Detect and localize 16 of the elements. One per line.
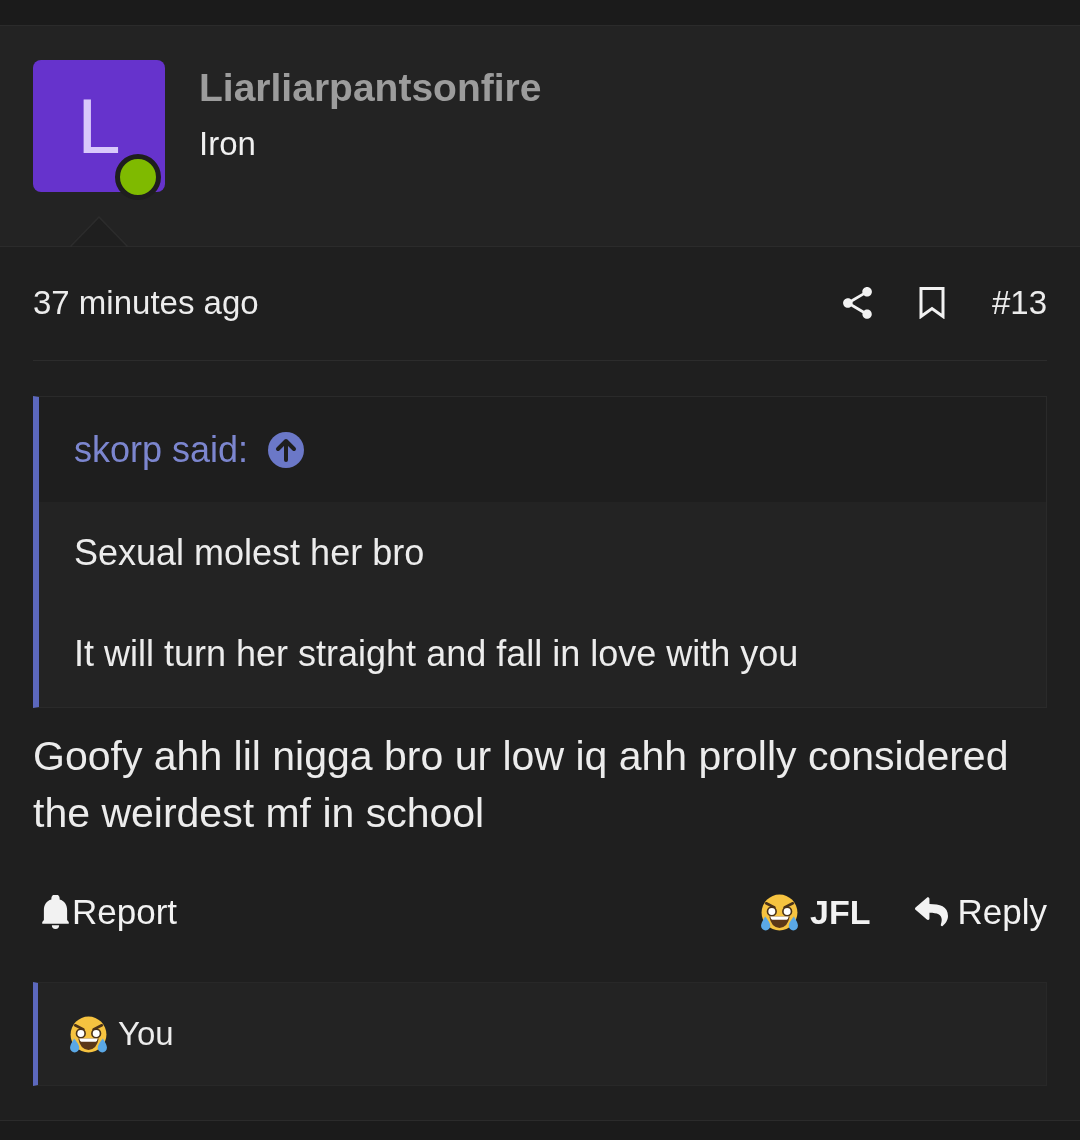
user-rank: Iron <box>199 124 257 164</box>
reaction-button[interactable]: JFL <box>759 891 871 933</box>
quote-text: It will turn her straight and fall in love with you <box>74 632 800 676</box>
share-icon[interactable] <box>842 287 872 319</box>
post-number-link[interactable]: #13 <box>991 284 1047 322</box>
reaction-users-link[interactable]: You <box>118 1015 174 1053</box>
message-text: Goofy ahh lil nigga bro ur low iq ahh prolly considered the weirdest mf in school <box>33 732 1010 838</box>
post-time-link[interactable]: 37 minutes ago <box>33 284 259 322</box>
quote-text: Sexual molest her bro <box>74 531 426 575</box>
bookmark-icon[interactable] <box>918 287 945 319</box>
quote-author: skorp said: <box>74 428 249 471</box>
report-button[interactable]: Report <box>42 892 178 932</box>
reply-button[interactable]: Reply <box>914 892 1047 932</box>
reply-arrow-icon <box>914 897 948 927</box>
username-link[interactable]: Liarliarpantsonfire <box>199 64 542 112</box>
bell-icon <box>42 895 69 929</box>
